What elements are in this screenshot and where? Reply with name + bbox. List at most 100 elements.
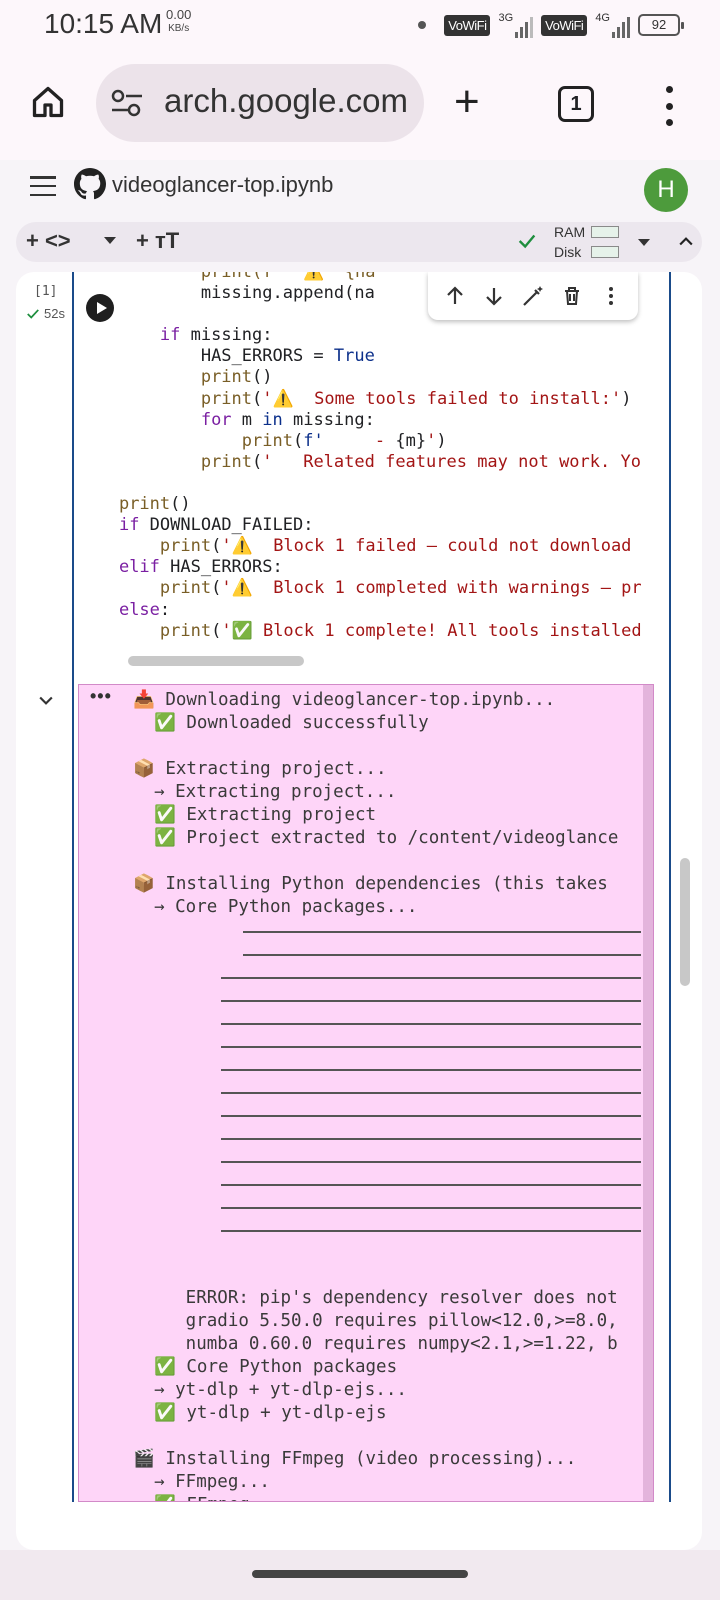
output-line: ✅ FFmpeg [133,1494,250,1501]
code-line: for m in missing: [78,410,668,431]
browser-toolbar: arch.google.com + 1 [0,52,720,158]
output-actions-icon[interactable]: ••• [90,686,112,707]
cell-output[interactable]: 📥 Downloading videoglancer-top.ipynb... … [78,684,654,1502]
site-settings-icon[interactable] [110,88,144,118]
code-token: ) [436,430,447,451]
code-token: elif [118,557,160,578]
notebook-vertical-scrollbar[interactable] [680,858,690,986]
pip-progress-bar [243,931,641,933]
execution-time: 52s [26,306,65,321]
success-check-icon [27,308,39,319]
status-icons: VoWiFi 3G VoWiFi 4G 92 [418,12,684,38]
code-token: print [159,536,212,557]
pip-progress-bar [243,954,641,956]
pip-progress-bar [221,1184,641,1186]
colab-header: videoglancer-top.ipynb H [0,160,720,218]
output-line: 📦 Extracting project... [133,759,387,779]
signal-4g-label: 4G [595,12,610,24]
more-cell-actions-button[interactable] [595,280,627,312]
code-token: '⚠️ Some tools failed to install:' [262,388,622,409]
network-speed-value: 0.00 [166,7,192,22]
resource-monitor[interactable]: RAM Disk [554,222,620,262]
ram-meter [591,226,620,238]
code-line: if DOWNLOAD_FAILED: [78,515,668,536]
cell-focus-border-right [669,272,671,1502]
notebook-title[interactable]: videoglancer-top.ipynb [112,172,333,198]
code-token: m [231,409,263,430]
add-code-button[interactable]: + <> [26,228,71,254]
signal-4g-icon: 4G [595,12,630,38]
code-token: print [200,451,253,472]
url-text[interactable]: arch.google.com [164,82,408,120]
screen: 10:15 AM 0.00 KB/s VoWiFi 3G VoWiFi 4G 9… [0,0,720,1600]
notebook-toolbar: + <> + тT RAM Disk [16,222,702,262]
avatar[interactable]: H [644,168,688,212]
code-token: '✅ Block 1 complete! All tools installed [221,620,642,641]
pip-progress-bar [221,1230,641,1232]
code-line: print() [78,494,668,515]
address-bar[interactable]: arch.google.com [96,64,424,142]
code-line: else: [78,600,668,621]
code-editor[interactable]: print(f' ⚠️ {na missing.append(na if mis… [78,272,668,662]
trash-icon [564,287,579,305]
output-line: ✅ yt-dlp + yt-dlp-ejs [133,1403,387,1423]
output-line: → yt-dlp + yt-dlp-ejs... [133,1380,407,1400]
execution-count: [1] [34,284,58,299]
code-token: print [241,430,293,451]
code-token: DOWNLOAD_FAILED: [139,515,314,536]
code-token: if [118,515,140,536]
code-token: missing: [282,409,375,430]
notification-dot-icon [418,21,427,29]
tab-switcher-button[interactable]: 1 [558,86,594,122]
pip-progress-bar [221,1207,641,1209]
chevron-up-icon[interactable] [676,232,696,252]
runtime-dropdown-icon[interactable] [638,239,650,246]
output-line: 🎬 Installing FFmpeg (video processing)..… [133,1449,577,1469]
menu-icon[interactable] [30,176,56,196]
code-token: if [159,325,181,346]
code-token: ( [292,430,304,451]
code-token: print [200,388,253,409]
pip-progress-bar [221,977,641,979]
cell-toolbar [428,272,638,320]
new-tab-button[interactable]: + [454,80,480,124]
cell-focus-border-left [72,272,74,1502]
code-token: print(f' ⚠️ {na [200,272,376,282]
status-bar: 10:15 AM 0.00 KB/s VoWiFi 3G VoWiFi 4G 9… [0,0,720,52]
battery-icon: 92 [638,14,684,36]
pip-progress-bar [221,1138,641,1140]
code-token: print [159,578,212,599]
output-line: 📦 Installing Python dependencies (this t… [133,874,608,894]
code-line: print(f' - {m}') [78,431,668,452]
collapse-output-chevron-icon[interactable] [36,690,56,710]
browser-menu-button[interactable] [664,86,674,126]
code-token: for [200,409,232,430]
clock: 10:15 AM [44,8,163,39]
home-button[interactable] [24,78,72,126]
pip-progress-bar [221,1069,641,1071]
home-indicator[interactable] [252,1570,468,1578]
edit-cell-button[interactable] [517,280,549,312]
code-horizontal-scrollbar[interactable] [128,656,304,666]
add-code-dropdown-icon[interactable] [104,237,116,244]
more-vertical-icon [608,287,613,305]
arrow-down-icon [486,288,502,306]
code-token: '⚠️ Block 1 completed with warnings — pr [221,578,642,599]
github-icon [74,168,106,200]
output-scrollbar[interactable] [643,685,653,1501]
delete-cell-button[interactable] [556,280,588,312]
add-text-button[interactable]: + тT [136,228,179,254]
arrow-up-icon [447,286,464,304]
move-down-button[interactable] [478,280,510,312]
signal-3g-icon: 3G [498,12,534,38]
code-token: in [262,409,283,430]
code-token: '⚠️ Block 1 failed — could not download [221,536,642,557]
pip-progress-bar [221,1023,641,1025]
output-line: 📥 Downloading videoglancer-top.ipynb... [133,690,556,710]
code-token: () [252,367,273,388]
code-line: print('⚠️ Block 1 failed — could not dow… [78,536,668,557]
move-up-button[interactable] [439,280,471,312]
code-token: missing: [180,325,273,346]
code-line: HAS_ERRORS = True [78,346,668,367]
